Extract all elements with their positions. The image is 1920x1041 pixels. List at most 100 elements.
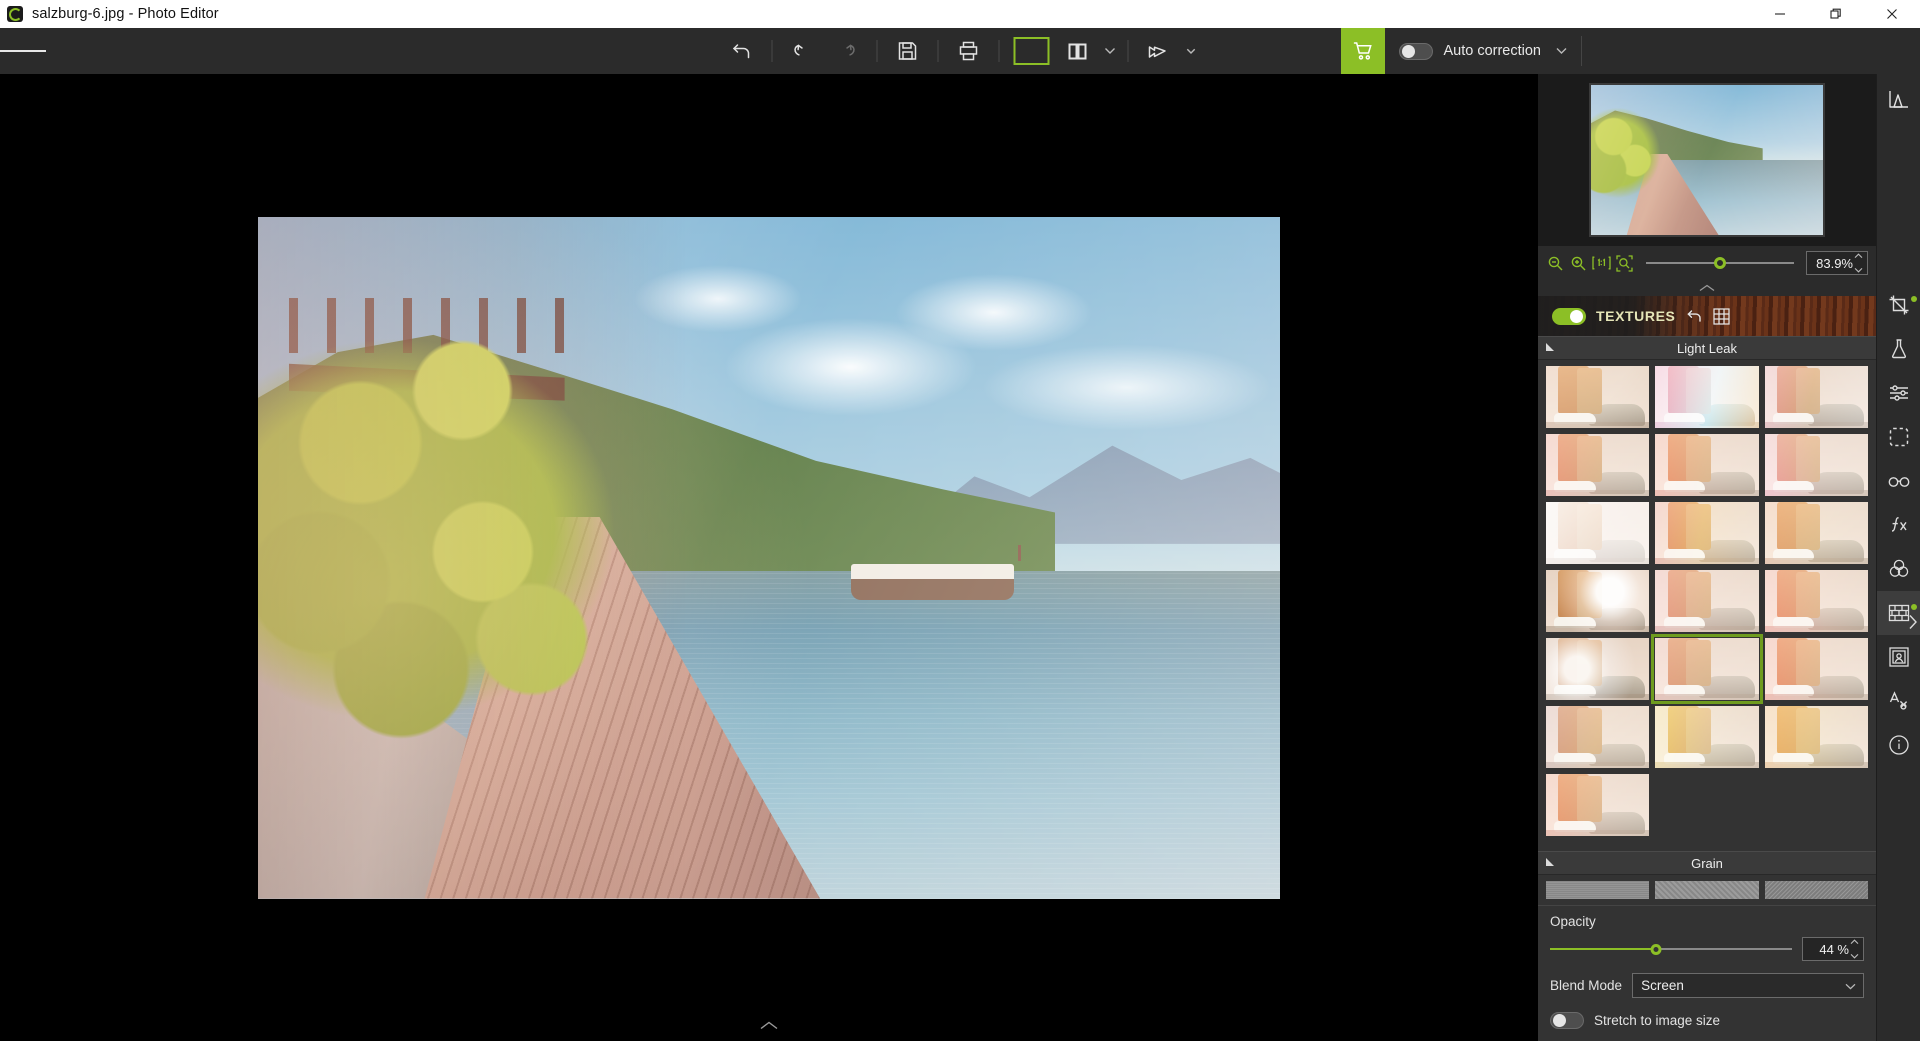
sidebar-item-frames[interactable] (1877, 635, 1920, 679)
opacity-value-field[interactable]: 44 % (1802, 937, 1864, 961)
blend-mode-row: Blend Mode Screen (1550, 973, 1864, 998)
light-leak-thumbnail[interactable] (1546, 638, 1650, 700)
close-button[interactable] (1864, 0, 1920, 28)
light-leak-thumbnail[interactable] (1764, 502, 1868, 564)
panel-expand-chevron-right-icon[interactable] (1908, 614, 1918, 635)
grain-thumbnail[interactable] (1546, 881, 1650, 899)
opacity-spinner[interactable] (1850, 939, 1861, 959)
light-leak-thumbnail-scroll[interactable] (1538, 360, 1876, 851)
light-leak-thumbnail[interactable] (1655, 502, 1759, 564)
light-leak-thumbnail[interactable] (1655, 706, 1759, 768)
thumbnail-image (1764, 366, 1868, 428)
sidebar-item-effects[interactable] (1877, 503, 1920, 547)
light-leak-section-header[interactable]: Light Leak (1538, 336, 1876, 360)
thumbnail-leak-overlay (1546, 502, 1650, 564)
blend-mode-value: Screen (1641, 978, 1684, 993)
redo-button[interactable] (825, 29, 869, 73)
light-leak-thumbnail[interactable] (1655, 434, 1759, 496)
zoom-slider-handle[interactable] (1714, 257, 1726, 269)
edited-photo-canvas[interactable] (258, 216, 1280, 899)
navigator-collapse-chevron-up-icon[interactable] (1538, 280, 1876, 296)
light-leak-thumbnail[interactable] (1546, 774, 1650, 836)
toolbar-right-group: Auto correction (1341, 28, 1582, 74)
light-leak-thumbnail[interactable] (1655, 570, 1759, 632)
canvas-area[interactable] (0, 74, 1538, 1041)
maximize-restore-button[interactable] (1808, 0, 1864, 28)
share-button[interactable] (1137, 29, 1181, 73)
window-controls (1752, 0, 1920, 28)
thumbnail-image (1546, 638, 1650, 700)
minimize-button[interactable] (1752, 0, 1808, 28)
opacity-slider[interactable] (1550, 940, 1792, 958)
thumbnail-leak-overlay (1655, 706, 1759, 768)
reset-arrow-icon[interactable] (1685, 308, 1703, 324)
navigator-thumbnail[interactable] (1589, 83, 1825, 237)
shopping-cart-icon[interactable] (1341, 28, 1386, 74)
grain-thumbnail[interactable] (1655, 881, 1759, 899)
single-view-button[interactable] (1013, 37, 1050, 65)
light-leak-thumbnail[interactable] (1764, 706, 1868, 768)
app-body: 83.9% TEXTURES Light Leak Grain Opacity … (0, 74, 1920, 1041)
thumbnail-leak-overlay (1764, 706, 1868, 768)
auto-correction-toggle[interactable] (1399, 42, 1434, 60)
light-leak-thumbnail[interactable] (1546, 434, 1650, 496)
photo-boat (850, 544, 1021, 600)
grid-view-icon[interactable] (1713, 307, 1731, 325)
magnifier-plus-icon[interactable] (1569, 253, 1588, 273)
thumbnail-leak-overlay (1764, 502, 1868, 564)
light-leak-thumbnail[interactable] (1764, 638, 1868, 700)
sidebar-item-crop[interactable] (1877, 283, 1920, 327)
magnifier-minus-icon[interactable] (1546, 253, 1565, 273)
light-leak-thumbnail[interactable] (1764, 434, 1868, 496)
sidebar-item-adjust[interactable] (1877, 371, 1920, 415)
zoom-value-field[interactable]: 83.9% (1806, 251, 1868, 275)
sidebar-item-info[interactable] (1877, 723, 1920, 767)
thumbnail-image (1655, 502, 1759, 564)
zoom-spinner[interactable] (1854, 253, 1865, 273)
toolbar-divider (937, 40, 939, 62)
hamburger-menu-icon[interactable] (0, 28, 46, 74)
save-button[interactable] (886, 29, 930, 73)
revert-button[interactable] (720, 29, 764, 73)
split-view-button[interactable] (1056, 29, 1100, 73)
blend-mode-label: Blend Mode (1550, 978, 1623, 993)
sidebar-item-color[interactable] (1877, 547, 1920, 591)
stretch-to-image-size-toggle[interactable] (1550, 1012, 1584, 1029)
undo-button[interactable] (781, 29, 825, 73)
share-dropdown-chevron-down-icon[interactable] (1181, 48, 1201, 55)
grain-section-header[interactable]: Grain (1538, 851, 1876, 875)
sidebar-item-retouch[interactable] (1877, 459, 1920, 503)
fit-screen-icon[interactable] (1615, 253, 1634, 273)
light-leak-thumbnail[interactable] (1546, 366, 1650, 428)
light-leak-thumbnail[interactable] (1546, 706, 1650, 768)
opacity-row: 44 % (1550, 937, 1864, 961)
opacity-slider-handle[interactable] (1650, 943, 1662, 955)
light-leak-thumbnail[interactable] (1764, 366, 1868, 428)
navigator-preview[interactable] (1538, 74, 1876, 246)
canvas-collapse-chevron-up-icon[interactable] (760, 1017, 778, 1035)
blend-mode-select[interactable]: Screen (1632, 973, 1864, 998)
histogram-icon[interactable] (1887, 88, 1911, 115)
light-leak-thumbnail[interactable] (1546, 502, 1650, 564)
chevron-down-icon[interactable] (1845, 978, 1856, 993)
light-leak-thumbnail[interactable] (1546, 570, 1650, 632)
opacity-value-text: 44 % (1819, 941, 1849, 957)
sidebar-item-text[interactable] (1877, 679, 1920, 723)
thumbnail-image (1546, 570, 1650, 632)
thumbnail-image (1546, 774, 1650, 836)
textures-enable-toggle[interactable] (1552, 307, 1586, 325)
one-to-one-icon[interactable] (1592, 253, 1611, 273)
light-leak-section-title: Light Leak (1677, 340, 1737, 356)
light-leak-thumbnail[interactable] (1655, 366, 1759, 428)
grain-thumbnail[interactable] (1764, 881, 1868, 899)
thumbnail-leak-overlay (1655, 366, 1759, 428)
light-leak-thumbnail[interactable] (1764, 570, 1868, 632)
print-button[interactable] (947, 29, 991, 73)
sidebar-item-selection[interactable] (1877, 415, 1920, 459)
sidebar-item-enhance[interactable] (1877, 327, 1920, 371)
view-dropdown-chevron-down-icon[interactable] (1100, 47, 1120, 55)
zoom-slider[interactable] (1646, 253, 1794, 273)
light-leak-thumbnail[interactable] (1651, 634, 1763, 704)
auto-correction-chevron-down-icon[interactable] (1551, 47, 1571, 55)
thumbnail-image (1546, 502, 1650, 564)
